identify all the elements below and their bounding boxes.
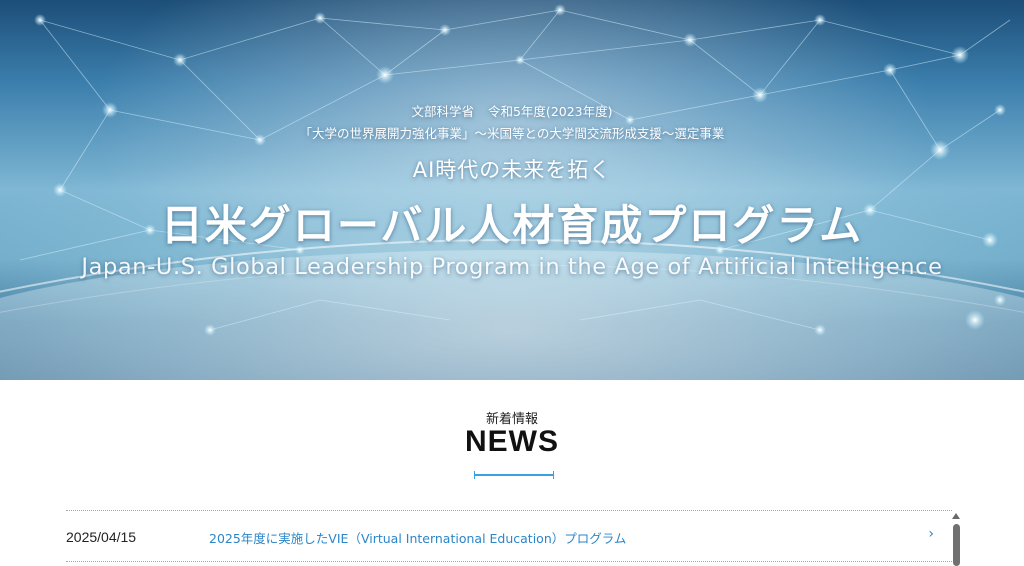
hero-text-block: 文部科学省 令和5年度(2023年度) 「大学の世界展開力強化事業」～米国等との大… xyxy=(0,0,1024,380)
scroll-up-arrow-icon[interactable] xyxy=(952,513,960,519)
ministry-name: 文部科学省 xyxy=(411,104,474,119)
news-link[interactable]: 2025年度に実施したVIE（Virtual International Edu… xyxy=(209,528,626,547)
hero-banner: 文部科学省 令和5年度(2023年度) 「大学の世界展開力強化事業」～米国等との大… xyxy=(0,0,1024,380)
hero-tagline: AI時代の未来を拓く xyxy=(412,158,612,182)
chevron-right-icon[interactable]: › xyxy=(928,526,934,542)
news-list-item[interactable]: 2025/04/15 2025年度に実施したVIE（Virtual Intern… xyxy=(66,512,952,558)
project-name: 「大学の世界展開力強化事業」～米国等との大学間交流形成支援～選定事業 xyxy=(299,126,725,141)
fiscal-year: 令和5年度(2023年度) xyxy=(487,104,613,119)
news-title-underline xyxy=(474,471,554,479)
news-divider-bottom xyxy=(66,561,952,562)
news-divider-top xyxy=(66,510,952,511)
ministry-line: 文部科学省 令和5年度(2023年度) xyxy=(0,101,1024,120)
news-section-title: NEWS xyxy=(465,425,559,458)
news-date: 2025/04/15 xyxy=(66,529,137,545)
hero-title-japanese: 日米グローバル人材育成プログラム xyxy=(160,201,864,250)
hero-title-english: Japan-U.S. Global Leadership Program in … xyxy=(81,254,943,280)
scrollbar-thumb[interactable] xyxy=(953,524,960,566)
